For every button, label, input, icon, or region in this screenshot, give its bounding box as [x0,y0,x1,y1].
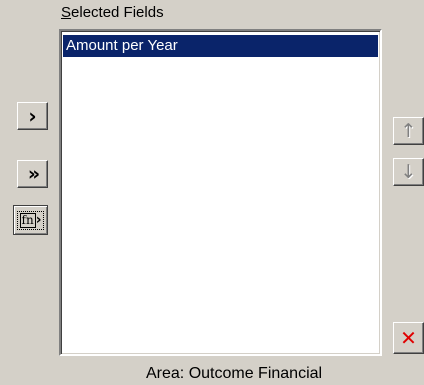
move-up-button[interactable]: ↑ [393,117,424,145]
arrow-up-icon: ↑ [400,119,417,142]
arrow-down-icon: ↓ [400,160,417,183]
chevron-right-icon: › [28,104,37,128]
selected-fields-label-text: elected Fields [71,4,164,21]
move-down-button[interactable]: ↓ [393,158,424,186]
add-field-button[interactable]: › [17,102,48,130]
add-function-button[interactable]: fn › [13,205,48,235]
add-all-fields-button[interactable]: » [17,160,48,188]
focus-rectangle: fn › [16,210,45,230]
function-icon: fn [19,212,36,228]
double-chevron-right-icon: » [27,163,40,185]
selected-fields-listbox[interactable]: Amount per Year [59,29,382,356]
list-item[interactable]: Amount per Year [63,35,378,57]
chevron-right-icon: › [35,212,42,228]
selected-fields-label-mnemonic: S [61,4,72,21]
remove-field-button[interactable]: ✕ [393,322,424,354]
area-label: Area: Outcome Financial [146,365,323,382]
selected-fields-label: Selected Fields [61,3,164,23]
delete-x-icon: ✕ [400,326,417,350]
